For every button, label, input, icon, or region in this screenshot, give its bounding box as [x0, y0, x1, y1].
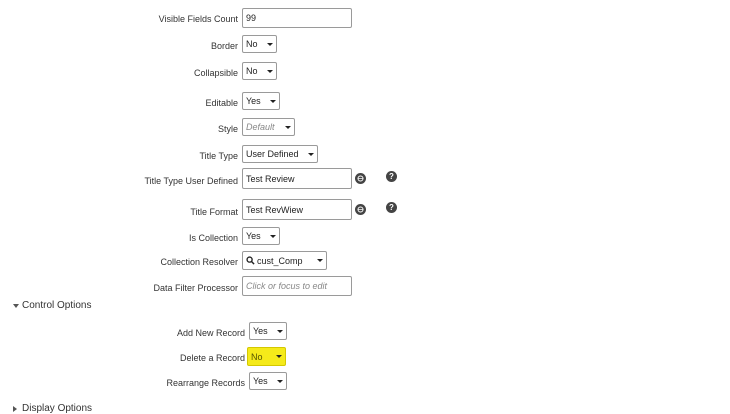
chevron-down-icon	[317, 259, 323, 262]
search-icon	[246, 256, 255, 265]
data-filter-processor-label: Data Filter Processor	[153, 283, 238, 293]
triangle-right-icon	[13, 405, 17, 412]
add-new-record-label: Add New Record	[176, 328, 245, 338]
rearrange-records-select[interactable]: Yes	[249, 372, 287, 390]
rearrange-records-value: Yes	[253, 376, 268, 386]
add-new-record-select[interactable]: Yes	[249, 322, 287, 340]
title-format-input[interactable]: Test RevWiew	[242, 199, 352, 220]
visible-fields-count-input[interactable]: 99	[242, 8, 352, 28]
chevron-down-icon	[308, 152, 314, 156]
collapsible-value: No	[246, 66, 258, 76]
collection-resolver-select[interactable]: cust_Comp	[242, 251, 327, 270]
chevron-down-icon	[267, 69, 273, 73]
rearrange-records-label: Rearrange Records	[166, 378, 245, 388]
is-collection-value: Yes	[246, 231, 261, 241]
title-type-user-defined-input[interactable]: Test Review	[242, 168, 352, 189]
editable-value: Yes	[246, 96, 261, 106]
chevron-down-icon	[277, 379, 283, 383]
chevron-down-icon	[277, 329, 283, 333]
collection-resolver-value: cust_Comp	[257, 255, 303, 266]
chevron-down-icon	[270, 234, 276, 238]
control-options-header[interactable]: Control Options	[13, 300, 91, 311]
chevron-down-icon	[276, 355, 282, 358]
chevron-down-icon	[267, 42, 273, 46]
globe-icon[interactable]	[355, 204, 366, 215]
title-type-label: Title Type	[199, 151, 238, 161]
style-select[interactable]: Default	[242, 118, 295, 136]
title-type-value: User Defined	[246, 149, 299, 159]
title-type-user-defined-label: Title Type User Defined	[144, 176, 238, 186]
help-icon[interactable]: ?	[386, 202, 397, 213]
delete-a-record-label: Delete a Record	[179, 353, 245, 363]
visible-fields-count-label: Visible Fields Count	[158, 14, 238, 24]
delete-a-record-value: No	[251, 351, 263, 362]
title-format-label: Title Format	[190, 207, 238, 217]
collapsible-label: Collapsible	[193, 68, 238, 78]
is-collection-select[interactable]: Yes	[242, 227, 280, 245]
collection-resolver-label: Collection Resolver	[160, 257, 238, 267]
style-value: Default	[246, 122, 275, 132]
add-new-record-value: Yes	[253, 326, 268, 336]
editable-label: Editable	[205, 98, 238, 108]
style-label: Style	[217, 124, 238, 134]
globe-icon[interactable]	[355, 173, 366, 184]
title-type-select[interactable]: User Defined	[242, 145, 318, 163]
triangle-down-icon	[13, 303, 19, 308]
border-select[interactable]: No	[242, 35, 277, 53]
border-label: Border	[210, 41, 238, 51]
data-filter-processor-input[interactable]: Click or focus to edit	[242, 276, 352, 296]
display-options-header[interactable]: Display Options	[13, 403, 92, 414]
chevron-down-icon	[285, 125, 291, 129]
control-options-title: Control Options	[22, 300, 92, 311]
display-options-title: Display Options	[22, 403, 93, 414]
border-value: No	[246, 39, 258, 49]
editable-select[interactable]: Yes	[242, 92, 280, 110]
collapsible-select[interactable]: No	[242, 62, 277, 80]
help-icon[interactable]: ?	[386, 171, 397, 182]
chevron-down-icon	[270, 99, 276, 103]
is-collection-label: Is Collection	[188, 233, 238, 243]
collection-resolver-value-wrap: cust_Comp	[246, 256, 303, 266]
delete-a-record-select[interactable]: No	[247, 347, 286, 366]
